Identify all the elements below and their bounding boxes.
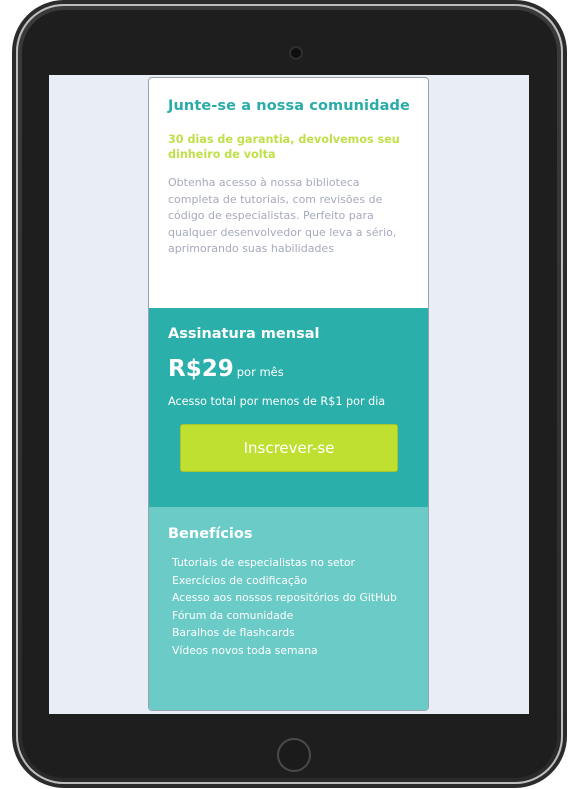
- home-button[interactable]: [277, 738, 311, 772]
- tablet-screen: Junte-se a nossa comunidade 30 dias de g…: [49, 75, 529, 714]
- price: R$29: [168, 356, 234, 382]
- benefit-item: Exercícios de codificação: [172, 573, 308, 587]
- benefit-item: Vídeos novos toda semana: [172, 643, 318, 657]
- signup-button[interactable]: Inscrever-se: [180, 424, 398, 472]
- price-row: R$29 por mês: [168, 356, 410, 382]
- benefits-list: Tutoriais de especialistas no setor Exer…: [168, 554, 410, 659]
- benefit-item: Fórum da comunidade: [172, 608, 294, 622]
- benefit-item: Tutoriais de especialistas no setor: [172, 556, 355, 569]
- price-period: por mês: [236, 365, 284, 379]
- benefit-item: Baralhos de flashcards: [172, 626, 295, 639]
- intro-section: Junte-se a nossa comunidade 30 dias de g…: [149, 78, 428, 308]
- benefits-section: Benefícios Tutoriais de especialistas no…: [149, 507, 428, 710]
- benefit-item: Acesso aos nossos repositórios do GitHub: [172, 591, 397, 604]
- community-title: Junte-se a nossa comunidade: [168, 98, 410, 114]
- pricing-card: Junte-se a nossa comunidade 30 dias de g…: [148, 77, 429, 711]
- camera-icon: [291, 48, 301, 58]
- monthly-subscription-section: Assinatura mensal R$29 por mês Acesso tot…: [149, 308, 428, 507]
- description-text: Obtenha acesso à nossa biblioteca comple…: [168, 176, 397, 255]
- access-text: Acesso total por menos de R$1 por dia: [168, 395, 386, 408]
- benefits-title: Benefícios: [168, 526, 253, 542]
- monthly-title: Assinatura mensal: [168, 326, 320, 342]
- guarantee-text: 30 dias de garantia, devolvemos seu dinh…: [168, 133, 400, 161]
